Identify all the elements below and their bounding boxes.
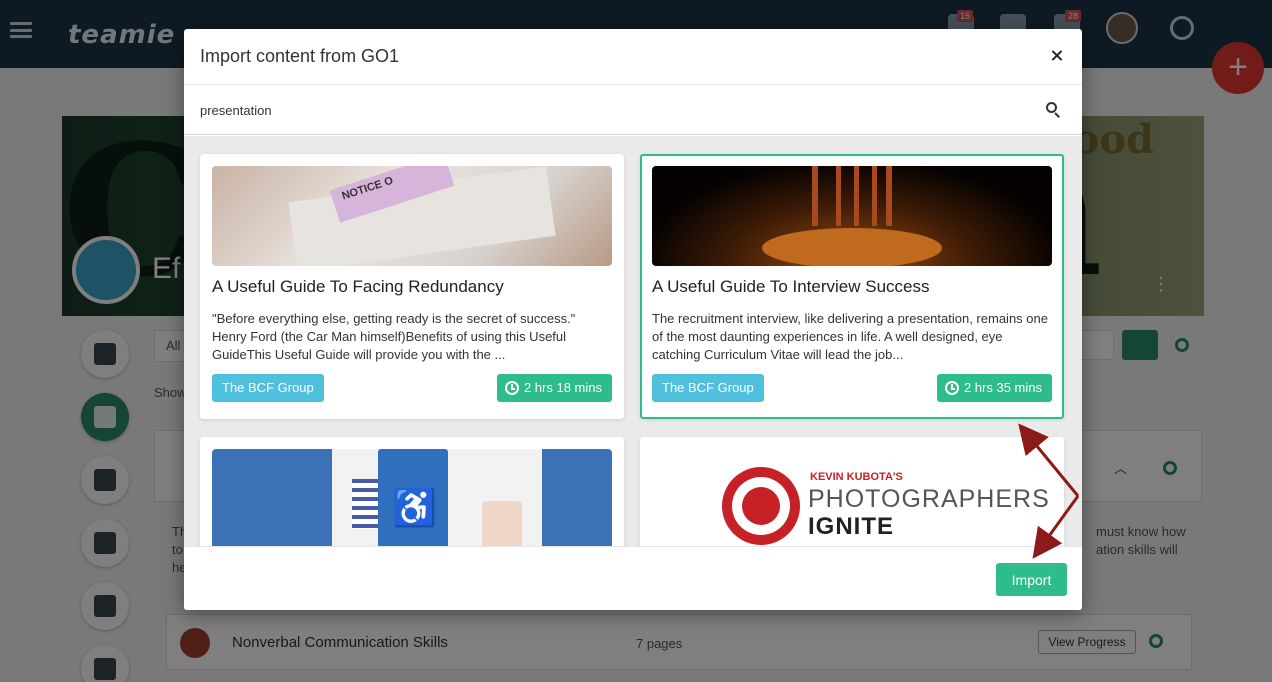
card-description: "Before everything else, getting ready i… (212, 311, 576, 362)
wheelchair-icon: ♿ (392, 487, 437, 528)
duration-badge: 2 hrs 35 mins (936, 374, 1052, 402)
card-description: The recruitment interview, like deliveri… (652, 311, 1048, 362)
logo-line-2: PHOTOGRAPHERS (808, 485, 1050, 513)
card-title: A Useful Guide To Facing Redundancy (212, 277, 504, 296)
content-card-selected[interactable]: A Useful Guide To Interview Success The … (640, 154, 1064, 419)
clock-icon (504, 381, 519, 395)
search-bar (184, 85, 1082, 135)
card-thumbnail: NOTICE O (212, 166, 612, 266)
modal-title: Import content from GO1 (200, 46, 400, 66)
provider-badge: The BCF Group (652, 374, 764, 402)
duration-badge: 2 hrs 18 mins (496, 374, 612, 402)
card-thumbnail: ♿ (212, 449, 612, 546)
import-modal: Import content from GO1 NOTICE O A Usefu… (184, 29, 1082, 610)
card-title: A Useful Guide To Interview Success (652, 277, 930, 296)
results-grid: NOTICE O A Useful Guide To Facing Redund… (184, 136, 1082, 546)
content-card[interactable]: NOTICE O A Useful Guide To Facing Redund… (200, 154, 624, 419)
close-icon[interactable] (1046, 45, 1068, 67)
content-card[interactable]: KEVIN KUBOTA'S PHOTOGRAPHERS IGNITE (640, 437, 1064, 546)
logo-line-1: KEVIN KUBOTA'S (810, 471, 903, 483)
clock-icon (944, 381, 959, 395)
logo-line-3: IGNITE (808, 513, 895, 540)
provider-badge: The BCF Group (212, 374, 324, 402)
duration-label: 2 hrs 35 mins (963, 380, 1042, 395)
content-card[interactable]: ♿ (200, 437, 624, 546)
modal-header: Import content from GO1 (184, 29, 1082, 85)
search-icon[interactable] (1046, 102, 1062, 118)
modal-footer: Import (184, 546, 1082, 610)
duration-label: 2 hrs 18 mins (523, 380, 602, 395)
card-thumbnail: KEVIN KUBOTA'S PHOTOGRAPHERS IGNITE (652, 449, 1052, 546)
import-button[interactable]: Import (996, 563, 1067, 596)
search-input[interactable] (200, 99, 1020, 121)
card-thumbnail (652, 166, 1052, 266)
